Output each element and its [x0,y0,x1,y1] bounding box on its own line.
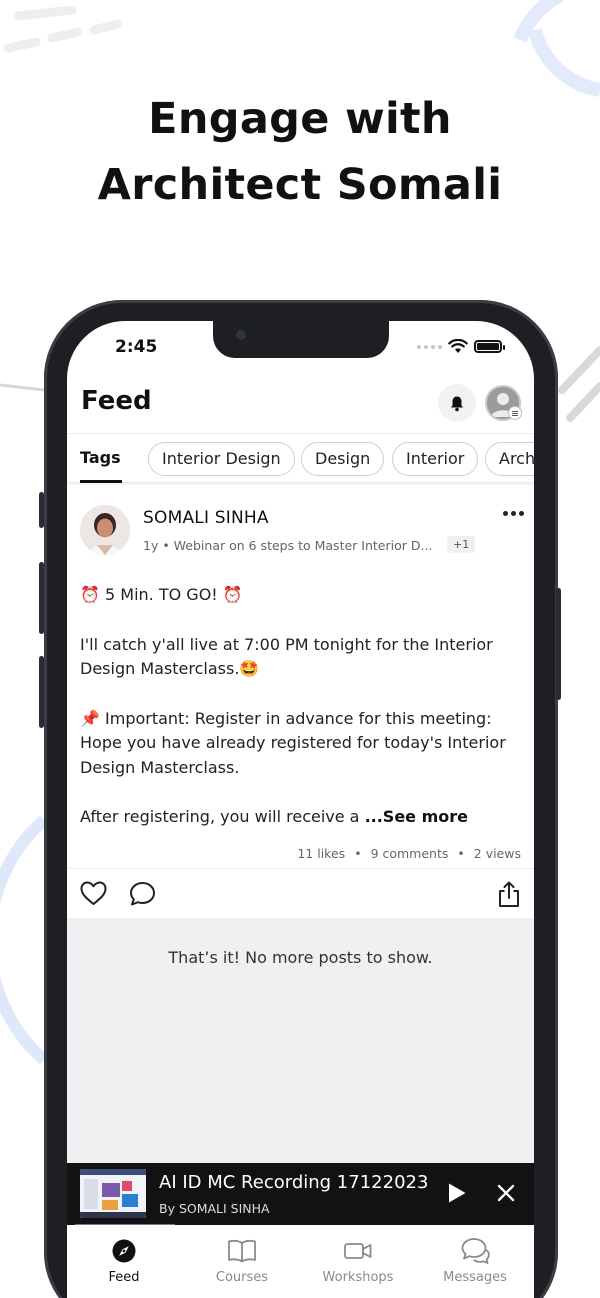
post-text: After registering, you will receive a [80,807,365,826]
close-icon[interactable] [496,1183,516,1203]
phone-side-button [39,492,44,528]
tag-chip-interior[interactable]: Interior [392,442,479,476]
comments-count[interactable]: 9 comments [371,846,449,861]
battery-icon [474,340,505,353]
recording-thumbnail[interactable] [80,1169,146,1218]
likes-count[interactable]: 11 likes [297,846,345,861]
tab-label: Workshops [322,1270,394,1285]
bottom-tab-bar: Feed Courses Workshops Messages [67,1225,534,1298]
feed-end-area: That’s it! No more posts to show. [67,918,534,1163]
heart-icon[interactable] [80,881,107,906]
see-more-link[interactable]: ...See more [365,807,468,826]
post-body: ⏰ 5 Min. TO GO! ⏰ I'll catch y'all live … [80,583,520,855]
phone-side-button [39,656,44,728]
video-camera-icon [344,1243,372,1259]
tab-messages[interactable]: Messages [420,1237,530,1285]
share-icon[interactable] [498,881,520,908]
phone-side-button [39,562,44,634]
tag-chip-arch[interactable]: Arch [485,442,534,476]
comment-icon[interactable] [129,881,156,907]
menu-icon[interactable] [508,406,522,420]
notifications-button[interactable] [438,384,476,422]
bell-icon [451,396,463,411]
recording-thumbnail-image [80,1169,146,1218]
tab-label: Courses [215,1270,269,1285]
status-icons [417,339,505,354]
post-text-truncated: After registering, you will receive a ..… [80,805,520,830]
post-text: I'll catch y'all live at 7:00 PM tonight… [80,634,493,679]
book-icon [228,1239,256,1263]
post-text: ⏰ 5 Min. TO GO! ⏰ [80,585,243,604]
play-icon[interactable] [447,1182,467,1204]
tab-courses[interactable]: Courses [187,1237,297,1285]
page-title: Feed [81,386,152,416]
tab-tags[interactable]: Tags [80,448,121,467]
mini-player[interactable]: AI ID MC Recording 17122023 By SOMALI SI… [67,1163,534,1226]
post-meta: 1y • Webinar on 6 steps to Master Interi… [143,538,433,553]
post-actions [67,868,534,918]
post-tag-count-badge[interactable]: +1 [447,536,476,553]
post-author-name[interactable]: SOMALI SINHA [143,508,269,528]
tags-active-indicator [80,480,122,483]
tab-feed[interactable]: Feed [69,1237,179,1285]
phone-notch [213,321,389,358]
author-photo [80,505,130,555]
phone-side-button [556,588,561,700]
player-subtitle: By SOMALI SINHA [159,1201,270,1216]
more-options-icon[interactable] [499,507,528,520]
post-stats: 11 likes • 9 comments • 2 views [297,846,521,861]
tab-workshops[interactable]: Workshops [303,1237,413,1285]
signal-dots-icon [417,344,442,349]
player-title: AI ID MC Recording 17122023 [159,1172,429,1193]
end-of-feed-message: That’s it! No more posts to show. [168,948,433,967]
wifi-icon [448,339,468,353]
post-text: 📌 Important: Register in advance for thi… [80,708,506,777]
promo-headline-line-1: Engage with [148,94,452,144]
views-count: 2 views [473,846,521,861]
promo-headline: Engage with Architect Somali [0,86,600,218]
front-camera [236,330,246,340]
tags-bar: Tags Interior Design Design Interior Arc… [67,433,534,483]
tab-label: Feed [108,1270,140,1285]
chat-bubbles-icon [461,1238,490,1264]
compass-icon [112,1239,136,1263]
promo-headline-line-2: Architect Somali [97,160,503,210]
post-author-avatar[interactable] [80,505,130,555]
tag-chip-design[interactable]: Design [301,442,385,476]
status-time: 2:45 [115,337,158,357]
tab-label: Messages [443,1270,507,1285]
phone-screen: 2:45 Feed Tags Interior Design Design In… [67,321,534,1298]
tag-chip-interior-design[interactable]: Interior Design [148,442,295,476]
